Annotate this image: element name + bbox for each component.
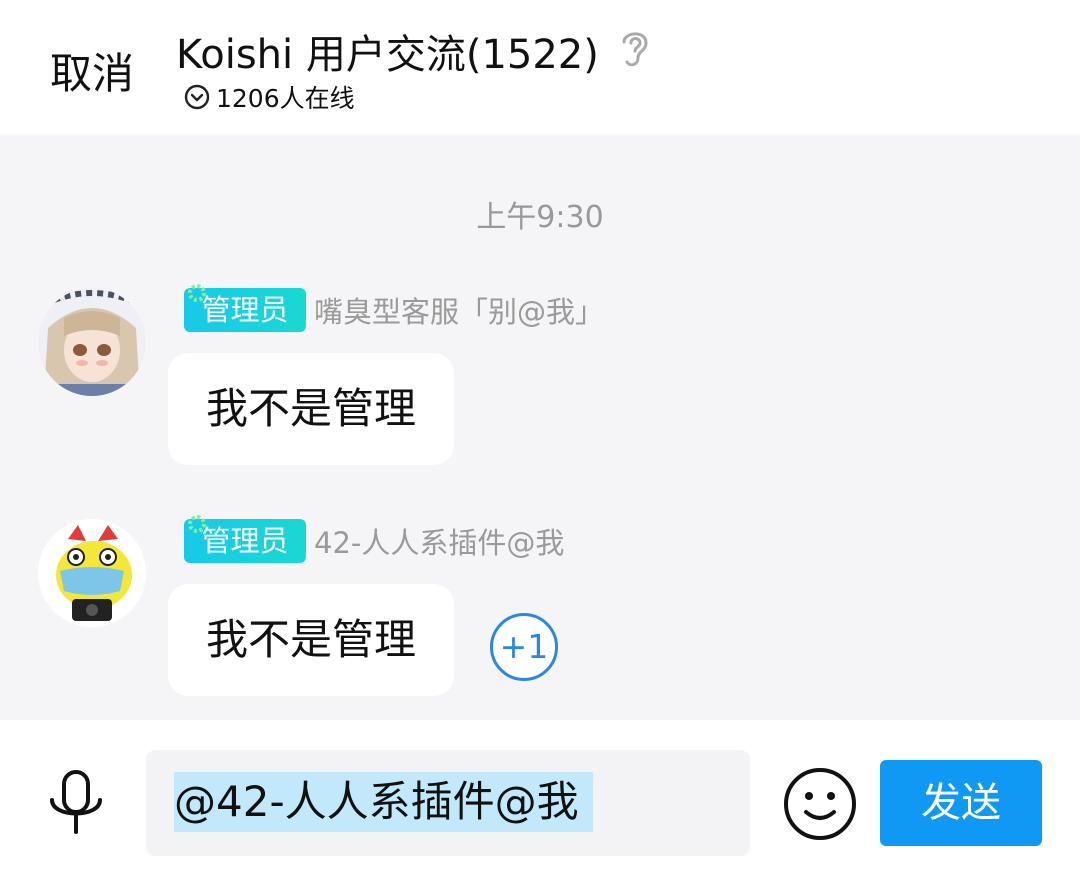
avatar[interactable] xyxy=(38,519,146,627)
send-button[interactable]: 发送 xyxy=(880,760,1042,846)
gear-icon xyxy=(188,284,206,302)
chevron-down-circle-icon xyxy=(184,84,210,110)
message-bubble[interactable]: 我不是管理 xyxy=(168,353,454,465)
avatar-girl-image xyxy=(38,288,146,396)
ear-icon[interactable] xyxy=(616,26,654,70)
online-status[interactable]: 1206人在线 xyxy=(184,80,355,114)
online-count: 1206人在线 xyxy=(216,84,355,113)
message-list[interactable]: 上午9:30 管理员 嘴臭型客服「别@我」 我不是管理 管理员 42-人人系插件… xyxy=(0,134,1080,720)
admin-badge: 管理员 xyxy=(184,515,306,563)
sender-row: 管理员 42-人人系插件@我 xyxy=(184,515,564,563)
microphone-icon[interactable] xyxy=(44,770,108,838)
sender-name[interactable]: 嘴臭型客服「别@我」 xyxy=(314,289,604,331)
avatar-frog-image xyxy=(38,519,146,627)
message-input[interactable]: @42-人人系插件@我 xyxy=(146,750,750,856)
plus-one-button[interactable]: +1 xyxy=(490,613,558,681)
timestamp: 上午9:30 xyxy=(476,200,604,235)
smiley-icon[interactable] xyxy=(782,766,858,842)
badge-label: 管理员 xyxy=(201,293,289,327)
sender-row: 管理员 嘴臭型客服「别@我」 xyxy=(184,284,604,332)
group-title: Koishi 用户交流(1522) xyxy=(176,32,599,78)
cancel-button[interactable]: 取消 xyxy=(50,40,134,101)
message-input-value[interactable]: @42-人人系插件@我 xyxy=(174,772,593,832)
admin-badge: 管理员 xyxy=(184,284,306,332)
sender-name[interactable]: 42-人人系插件@我 xyxy=(314,520,564,562)
composer: @42-人人系插件@我 发送 xyxy=(0,720,1080,884)
avatar[interactable] xyxy=(38,288,146,396)
gear-icon xyxy=(188,515,206,533)
message-bubble[interactable]: 我不是管理 xyxy=(168,584,454,696)
badge-label: 管理员 xyxy=(201,524,289,558)
chat-header: 取消 Koishi 用户交流(1522) 1206人在线 xyxy=(0,0,1080,134)
